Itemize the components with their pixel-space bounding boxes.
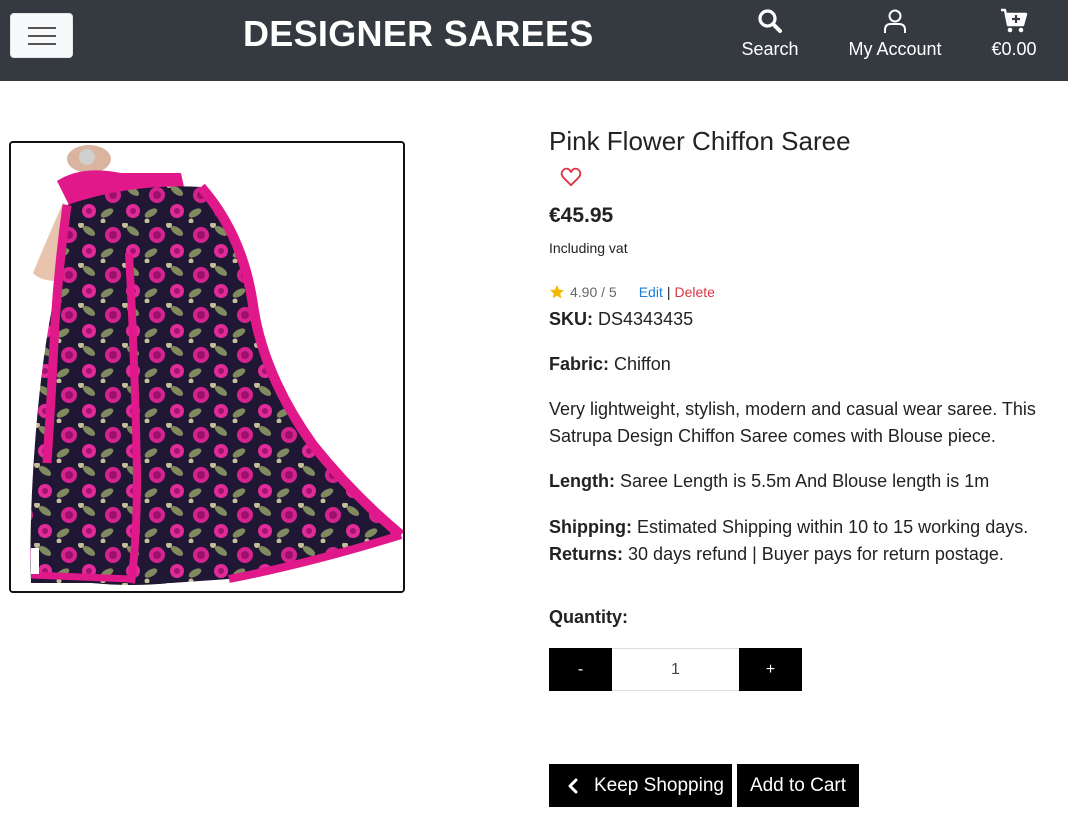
returns-value: 30 days refund | Buyer pays for return p… (628, 544, 1004, 564)
keep-shopping-label: Keep Shopping (594, 774, 724, 796)
fabric-value: Chiffon (614, 354, 671, 374)
menu-icon-bar (28, 35, 56, 37)
keep-shopping-button[interactable]: Keep Shopping (549, 764, 732, 807)
rating-value: 4.90 / 5 (570, 284, 617, 300)
edit-link[interactable]: Edit (639, 284, 663, 300)
heart-icon[interactable] (560, 167, 582, 187)
length-label: Length: (549, 471, 615, 491)
nav-search[interactable]: Search (738, 8, 802, 60)
fabric-label: Fabric: (549, 354, 610, 374)
search-label: Search (741, 39, 799, 59)
add-to-cart-button[interactable]: Add to Cart (737, 764, 859, 807)
menu-icon (28, 27, 56, 29)
fabric-line: Fabric: Chiffon (549, 351, 671, 378)
sku-value: DS4343435 (598, 309, 694, 329)
user-icon (884, 9, 906, 33)
increment-button[interactable]: + (739, 648, 802, 691)
vat-note: Including vat (549, 240, 628, 256)
navbar: DESIGNER SAREES Search My Account €0.00 (0, 0, 1068, 81)
product-title: Pink Flower Chiffon Saree (549, 126, 851, 156)
star-icon (550, 285, 564, 299)
sku-line: SKU: DS4343435 (549, 306, 693, 333)
description-line-2: Satrupa Design Chiffon Saree comes with … (549, 426, 996, 446)
product-price: €45.95 (549, 204, 614, 227)
length-value: Saree Length is 5.5m And Blouse length i… (620, 471, 990, 491)
sku-label: SKU: (549, 309, 593, 329)
cart-total: €0.00 (991, 39, 1037, 59)
shipping-value: Estimated Shipping within 10 to 15 worki… (637, 517, 1029, 537)
description-line-1: Very lightweight, stylish, modern and ca… (549, 399, 1036, 419)
menu-icon-bar (28, 43, 56, 45)
delete-link[interactable]: Delete (674, 284, 714, 300)
quantity-label: Quantity: (549, 607, 628, 627)
quantity-stepper: - 1 + (549, 648, 802, 691)
shipping-label: Shipping: (549, 517, 632, 537)
decrement-button[interactable]: - (549, 648, 612, 691)
saree-illustration (11, 143, 403, 591)
returns-label: Returns: (549, 544, 624, 564)
returns-line: Returns: 30 days refund | Buyer pays for… (549, 541, 1004, 568)
product-rating: 4.90 / 5 Edit | Delete (549, 284, 715, 300)
search-icon (758, 9, 782, 33)
length-line: Length: Saree Length is 5.5m And Blouse … (549, 468, 989, 495)
menu-toggle-button[interactable] (10, 13, 73, 58)
link-separator: | (666, 284, 671, 300)
my-account-label: My Account (848, 39, 942, 59)
nav-my-account[interactable]: My Account (842, 8, 948, 60)
brand-logo[interactable]: DESIGNER SAREES (243, 12, 594, 56)
cart-plus-icon (1001, 8, 1028, 33)
shipping-line: Shipping: Estimated Shipping within 10 t… (549, 514, 1028, 541)
product-image (9, 141, 405, 593)
nav-cart[interactable]: €0.00 (988, 8, 1040, 60)
chevron-left-icon (568, 778, 578, 793)
quantity-input[interactable]: 1 (612, 648, 739, 691)
